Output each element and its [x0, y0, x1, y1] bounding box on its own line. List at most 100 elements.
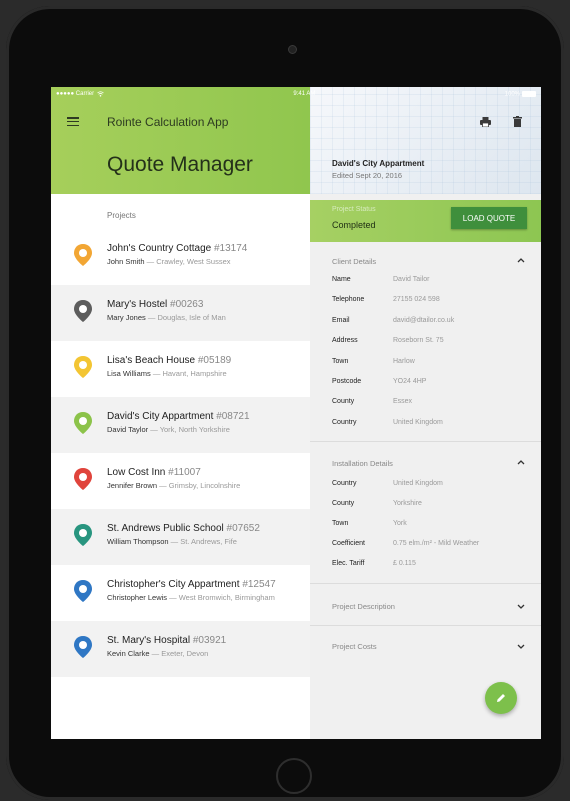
detail-value: Yorkshire [393, 500, 422, 507]
detail-key: Name [332, 276, 351, 283]
project-subtitle: Kevin Clarke — Exeter, Devon [107, 649, 208, 658]
project-title: David's City Appartment #08721 [107, 411, 250, 422]
edit-fab-button[interactable] [485, 682, 517, 714]
divider [310, 625, 541, 626]
map-pin-icon [74, 524, 92, 546]
project-name: Low Cost Inn [107, 467, 166, 478]
chevron-up-icon[interactable] [517, 459, 525, 465]
project-title: Low Cost Inn #11007 [107, 467, 201, 478]
detail-key: Town [332, 520, 349, 527]
project-costs-heading[interactable]: Project Costs [332, 642, 377, 651]
home-button[interactable] [276, 758, 312, 794]
project-location: — Exeter, Devon [149, 649, 209, 658]
detail-key: County [332, 500, 355, 507]
project-list-item[interactable]: Lisa's Beach House #05189 Lisa Williams —… [51, 341, 310, 397]
project-location: — West Bromwich, Birmingham [167, 593, 275, 602]
chevron-down-icon[interactable] [517, 604, 525, 610]
detail-key: Town [332, 357, 349, 365]
status-battery: 100% [504, 90, 536, 98]
project-name: Christopher's City Appartment [107, 579, 240, 590]
battery-label: 100% [504, 91, 520, 98]
detail-value: United Kingdom [393, 480, 443, 487]
detail-value: Harlow [393, 357, 415, 365]
detail-value: £ 0.115 [393, 560, 416, 567]
project-number: #11007 [168, 467, 201, 478]
detail-hero: David's City Appartment Edited Sept 20, … [310, 87, 541, 194]
project-name: John's Country Cottage [107, 243, 212, 254]
detail-row: Telephone 27155 024 598 [332, 296, 532, 310]
chevron-up-icon[interactable] [517, 257, 525, 263]
client-details-heading[interactable]: Client Details [332, 257, 376, 266]
project-list-item[interactable]: John's Country Cottage #13174 John Smith … [51, 229, 310, 285]
map-pin-icon [74, 356, 92, 378]
map-pin-icon [74, 244, 92, 266]
map-pin-icon [74, 580, 92, 602]
battery-icon [522, 90, 536, 97]
project-client: John Smith [107, 257, 145, 266]
carrier-label: ●●●●● Carrier [56, 91, 95, 97]
status-carrier: ●●●●● Carrier [56, 91, 104, 97]
project-number: #03921 [192, 635, 227, 646]
project-description-heading[interactable]: Project Description [332, 602, 395, 611]
project-list-item[interactable]: Low Cost Inn #11007 Jennifer Brown — Grim… [51, 453, 310, 509]
list-header: Rointe Calculation App Quote Manager [51, 87, 310, 194]
projects-section-label: Projects [107, 211, 136, 220]
menu-icon[interactable] [67, 117, 79, 127]
project-subtitle: William Thompson — St. Andrews, Fife [107, 537, 237, 546]
project-detail-pane: David's City Appartment Edited Sept 20, … [310, 87, 541, 739]
project-title: St. Mary's Hospital #03921 [107, 635, 226, 646]
detail-key: Coefficient [332, 540, 365, 547]
project-location: — Havant, Hampshire [150, 369, 227, 378]
project-subtitle: Mary Jones — Douglas, Isle of Man [107, 313, 226, 322]
installation-details-heading[interactable]: Installation Details [332, 459, 393, 468]
project-list-item[interactable]: Christopher's City Appartment #12547 Chri… [51, 565, 310, 621]
project-name: St. Mary's Hospital [107, 635, 191, 646]
project-subtitle: Jennifer Brown — Grimsby, Lincolnshire [107, 481, 240, 490]
tablet-frame: ●●●●● Carrier 9:41 AM 100% Rointe Calcul… [6, 6, 564, 800]
load-quote-button[interactable]: LOAD QUOTE [451, 207, 527, 229]
project-status-label: Project Status [332, 206, 376, 213]
project-title: St. Andrews Public School #07652 [107, 523, 260, 534]
detail-key: Country [332, 418, 357, 426]
detail-value: david@dtailor.co.uk [393, 316, 455, 324]
project-name: Mary's Hostel [107, 299, 168, 310]
print-icon[interactable] [480, 117, 491, 127]
divider [310, 441, 541, 442]
map-pin-icon [74, 636, 92, 658]
project-number: #13174 [213, 243, 248, 254]
project-title: Mary's Hostel #00263 [107, 299, 203, 310]
project-client: Lisa Williams [107, 369, 151, 378]
detail-row: Postcode YO24 4HP [332, 378, 532, 392]
chevron-down-icon[interactable] [517, 644, 525, 650]
detail-key: Telephone [332, 296, 365, 304]
project-title: Christopher's City Appartment #12547 [107, 579, 276, 590]
project-subtitle: David Taylor — York, North Yorkshire [107, 425, 230, 434]
camera [288, 45, 297, 54]
detail-value: 27155 024 598 [393, 296, 440, 304]
project-title: Lisa's Beach House #05189 [107, 355, 231, 366]
detail-row: Country United Kingdom [332, 480, 532, 494]
trash-icon[interactable] [513, 116, 522, 127]
detail-row: County Essex [332, 398, 532, 412]
project-list-item[interactable]: David's City Appartment #08721 David Tayl… [51, 397, 310, 453]
detail-row: Town York [332, 520, 532, 534]
project-name: St. Andrews Public School [107, 523, 224, 534]
project-list-item[interactable]: Mary's Hostel #00263 Mary Jones — Douglas… [51, 285, 310, 341]
detail-value: David Tailor [393, 276, 430, 283]
divider [310, 583, 541, 584]
project-number: #07652 [226, 523, 260, 534]
detail-row: Address Roseborn St. 75 [332, 337, 532, 351]
project-subtitle: Christopher Lewis — West Bromwich, Birmi… [107, 593, 275, 602]
project-location: — York, North Yorkshire [148, 425, 230, 434]
project-list-item[interactable]: St. Andrews Public School #07652 William … [51, 509, 310, 565]
detail-key: Country [332, 480, 357, 487]
project-client: David Taylor [107, 425, 149, 434]
detail-row: Email david@dtailor.co.uk [332, 317, 532, 331]
project-list-item[interactable]: St. Mary's Hospital #03921 Kevin Clarke —… [51, 621, 310, 677]
project-client: Jennifer Brown [107, 481, 158, 490]
project-client: Kevin Clarke [107, 649, 150, 658]
project-subtitle: Lisa Williams — Havant, Hampshire [107, 369, 227, 378]
project-client: Mary Jones [107, 313, 146, 322]
detail-key: Email [332, 316, 350, 324]
detail-title: David's City Appartment [332, 159, 425, 168]
